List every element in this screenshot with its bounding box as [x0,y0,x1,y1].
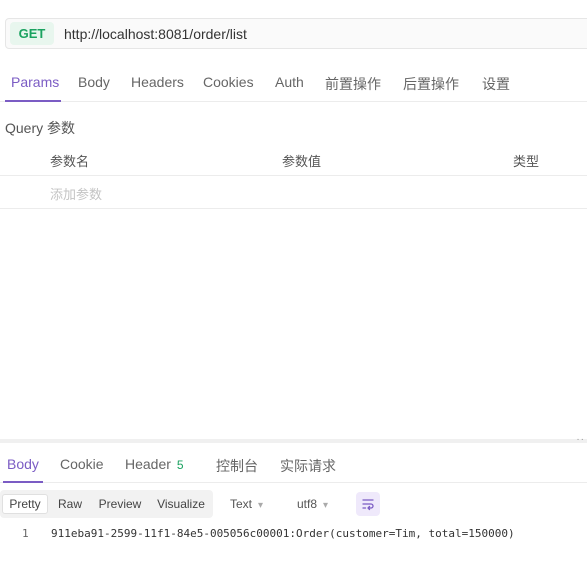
params-table-row: 添加参数 [0,176,587,209]
params-table-header: 参数名 参数值 类型 [0,145,587,176]
column-param-value: 参数值 [282,154,322,169]
word-wrap-icon [362,499,374,511]
tab-console[interactable]: 控制台 [216,456,258,476]
column-param-type: 类型 [513,154,540,169]
response-tabs: Body Cookie Header 5 控制台 实际请求 [0,445,587,483]
query-params-title: Query 参数 [5,120,76,136]
tab-headers[interactable]: Headers [131,74,184,90]
word-wrap-button[interactable] [356,492,380,516]
chevron-down-icon: ▾ [258,500,264,511]
active-response-tab-indicator [3,481,43,483]
tab-cookies[interactable]: Cookies [203,74,254,90]
line-number: 1 [22,527,29,540]
encoding-select-value: utf8 [297,497,318,511]
tab-auth[interactable]: Auth [275,74,304,90]
tab-actual-request[interactable]: 实际请求 [280,456,336,476]
format-select-value: Text [230,497,253,511]
view-mode-pretty[interactable]: Pretty [2,494,48,514]
tab-post-script[interactable]: 后置操作 [403,74,459,94]
tab-body[interactable]: Body [78,74,110,90]
active-tab-indicator [5,100,61,102]
tab-response-cookie[interactable]: Cookie [60,456,104,472]
request-tabs: Params Body Headers Cookies Auth 前置操作 后置… [0,66,587,102]
view-mode-group: Pretty Raw Preview Visualize [0,490,213,518]
chevron-down-icon: ▾ [323,500,329,511]
view-mode-visualize[interactable]: Visualize [152,494,210,514]
url-input[interactable]: http://localhost:8081/order/list [64,26,247,42]
view-mode-raw[interactable]: Raw [53,494,87,514]
response-text: 911eba91-2599-11f1-84e5-005056c00001:Ord… [51,527,515,540]
panel-splitter[interactable] [0,439,587,443]
view-mode-preview[interactable]: Preview [94,494,146,514]
tab-response-body[interactable]: Body [7,456,39,472]
column-param-name: 参数名 [50,154,90,169]
tab-response-header[interactable]: Header 5 [125,456,184,472]
format-select[interactable]: Text ▾ [230,497,263,511]
http-method-select[interactable]: GET [10,22,54,45]
encoding-select[interactable]: utf8 ▾ [297,497,328,511]
tab-pre-script[interactable]: 前置操作 [325,74,381,94]
add-param-input[interactable]: 添加参数 [50,184,102,203]
more-dots-icon[interactable]: ·· [576,434,585,445]
response-code-line: 1 911eba91-2599-11f1-84e5-005056c00001:O… [0,526,587,542]
tab-params[interactable]: Params [11,74,59,90]
tab-response-header-label: Header [125,456,171,472]
url-bar: GET http://localhost:8081/order/list [5,18,587,49]
header-count-badge: 5 [176,458,184,472]
tab-settings[interactable]: 设置 [482,74,510,94]
